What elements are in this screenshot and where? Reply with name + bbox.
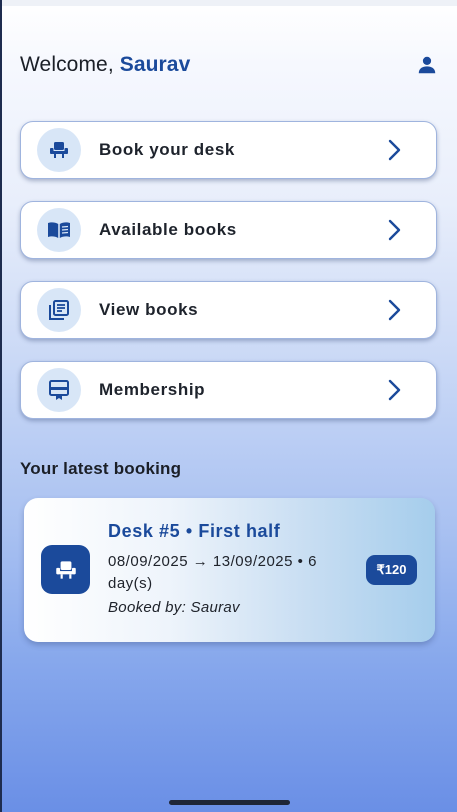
menu-item-label: Available books	[99, 220, 237, 239]
membership-card-icon	[49, 380, 69, 400]
price-badge: ₹120	[366, 555, 417, 585]
booking-booked-by: Booked by: Saurav	[108, 599, 240, 616]
menu-item-label: View books	[99, 300, 199, 319]
chevron-right-icon	[382, 298, 406, 322]
home-indicator[interactable]	[169, 800, 290, 805]
menu-icon-bubble	[37, 288, 81, 332]
chevron-right-icon	[382, 378, 406, 402]
profile-button[interactable]	[414, 52, 440, 78]
menu-item-label: Book your desk	[99, 140, 235, 159]
booking-icon-tile	[41, 545, 90, 594]
booking-title: Desk #5 • First half	[108, 521, 281, 541]
menu-item-membership[interactable]: Membership	[20, 361, 437, 419]
window-edge	[0, 0, 2, 812]
user-name: Saurav	[119, 53, 191, 76]
chevron-right-icon	[382, 138, 406, 162]
desk-chair-icon	[50, 142, 68, 158]
menu-item-book-desk[interactable]: Book your desk	[20, 121, 437, 179]
latest-booking-heading: Your latest booking	[20, 459, 182, 478]
open-book-icon	[48, 222, 70, 238]
menu-icon-bubble	[37, 128, 81, 172]
desk-chair-icon	[55, 560, 76, 579]
library-books-icon	[49, 300, 69, 320]
menu-item-view-books[interactable]: View books	[20, 281, 437, 339]
booking-dates: 08/09/2025 → 13/09/2025 • 6 day(s)	[108, 553, 317, 592]
greeting-label: Welcome,	[20, 53, 114, 76]
menu-item-available-books[interactable]: Available books	[20, 201, 437, 259]
chevron-right-icon	[382, 218, 406, 242]
person-icon	[418, 56, 436, 74]
latest-booking-card[interactable]: Desk #5 • First half 08/09/2025 → 13/09/…	[24, 498, 435, 642]
status-bar	[0, 0, 457, 6]
menu-item-label: Membership	[99, 380, 206, 399]
app-header: Welcome, Saurav	[20, 50, 440, 80]
menu-icon-bubble	[37, 368, 81, 412]
welcome-text: Welcome, Saurav	[20, 53, 190, 77]
menu-icon-bubble	[37, 208, 81, 252]
